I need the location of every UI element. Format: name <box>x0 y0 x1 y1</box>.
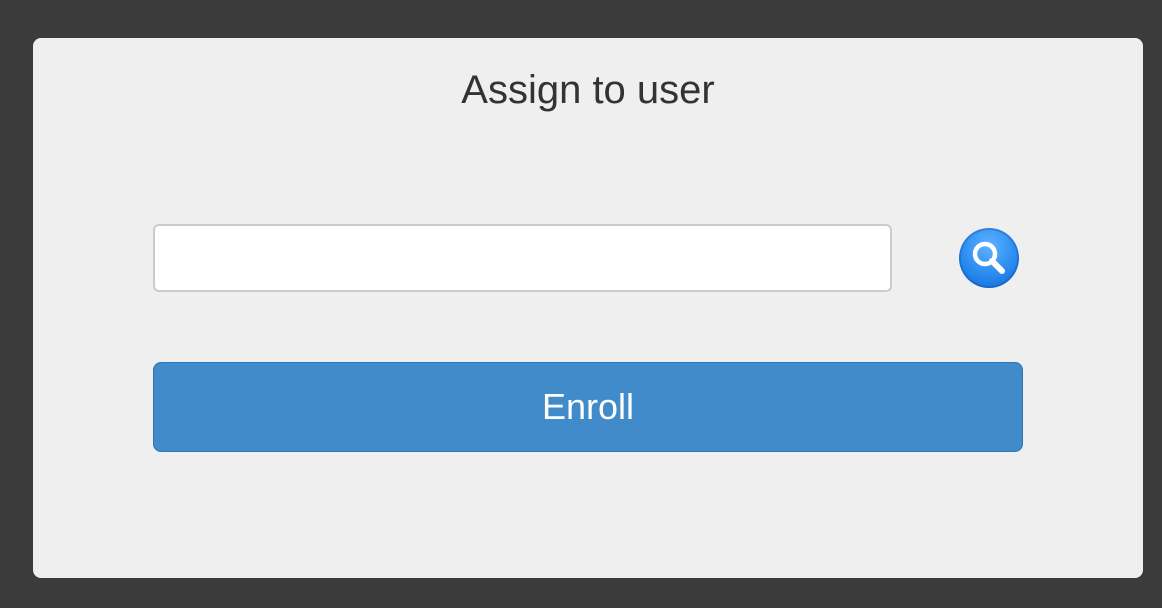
search-button[interactable] <box>959 228 1019 288</box>
user-search-input[interactable] <box>153 224 892 292</box>
dialog-title: Assign to user <box>461 68 715 112</box>
assign-user-panel: Assign to user Enroll <box>33 38 1143 578</box>
search-icon <box>972 241 1005 274</box>
enroll-button[interactable]: Enroll <box>153 362 1023 452</box>
